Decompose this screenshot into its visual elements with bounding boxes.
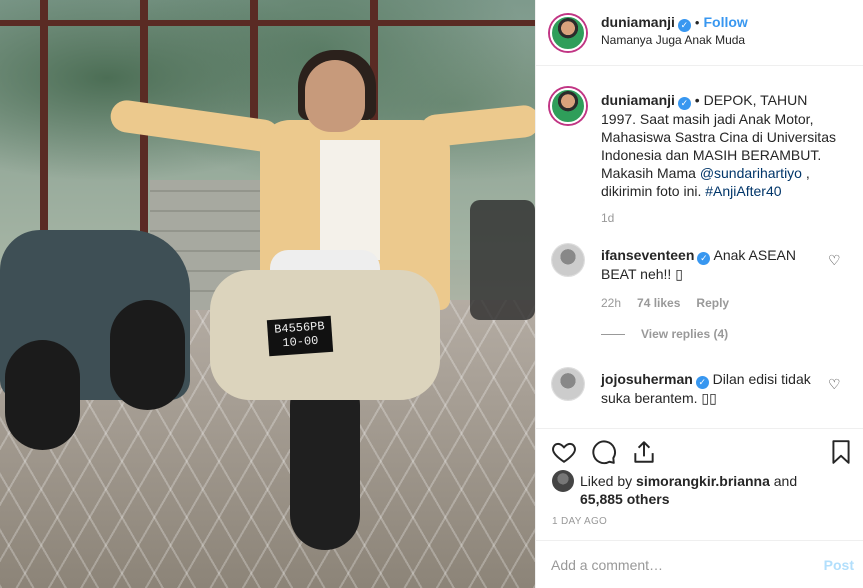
post-photo[interactable]: B4556PB 10-00 [0,0,535,588]
caption-mention-link[interactable]: @sundarihartiyo [700,165,802,181]
likes-middle: and [769,473,798,489]
caption-author-avatar[interactable] [550,88,586,124]
share-icon[interactable] [631,439,657,465]
photo-bike-right [470,200,535,320]
comment-like-heart-icon[interactable]: ♡ [828,252,841,269]
post-location[interactable]: Namanya Juga Anak Muda [601,33,745,47]
comment-like-heart-icon[interactable]: ♡ [828,376,841,393]
comment-time: 22h [601,296,622,310]
post-caption: duniamanji ✓ • DEPOK, TAHUN 1997. Saat ma… [601,91,841,200]
comment-reply-button[interactable]: Reply [696,296,729,310]
caption-timestamp: 1d [601,211,615,225]
caption-hashtag-link[interactable]: #AnjiAfter40 [705,183,781,199]
action-bar [536,428,863,474]
likes-count[interactable]: 65,885 others [580,491,670,507]
verified-icon: ✓ [677,97,691,110]
comment-meta: 22h 74 likes Reply [601,296,745,310]
commenter-avatar[interactable] [552,368,584,400]
post-side-panel: duniamanji ✓ • Follow Namanya Juga Anak Mud… [535,0,863,588]
comment-likes[interactable]: 74 likes [637,296,680,310]
follow-button[interactable]: Follow [703,14,747,30]
view-replies-label: View replies (4) [641,327,729,341]
author-username[interactable]: duniamanji [601,14,675,30]
photo-frame-beam [0,20,535,26]
add-comment-input[interactable] [551,555,791,575]
verified-icon: ✓ [695,376,709,389]
comment-item: jojosuherman ✓ Dilan edisi tidak suka ber… [601,370,826,407]
likes-prefix: Liked by [580,473,637,489]
heart-icon[interactable] [551,439,577,465]
photo-face [305,60,365,132]
view-replies-line [601,334,625,336]
comment-icon[interactable] [591,439,617,465]
commenter-avatar[interactable] [552,244,584,276]
add-comment-box: Post [536,540,863,588]
post-time-ago[interactable]: 1 DAY AGO [552,516,607,527]
view-replies-button[interactable]: View replies (4) [601,327,728,341]
comment-item: ifanseventeen ✓ Anak ASEAN BEAT neh!! ▯ [601,246,826,283]
liker-username[interactable]: simorangkir.brianna [636,473,770,489]
caption-username[interactable]: duniamanji [601,92,675,108]
photo-wheel [110,300,185,410]
post-header: duniamanji ✓ • Follow Namanya Juga Anak Mud… [536,0,863,66]
comments-section[interactable]: duniamanji ✓ • DEPOK, TAHUN 1997. Saat ma… [536,66,863,428]
verified-icon: ✓ [697,252,711,265]
commenter-username[interactable]: ifanseventeen [601,247,694,263]
photo-frame-post [40,0,48,250]
post-comment-button[interactable]: Post [824,557,854,573]
author-avatar[interactable] [550,15,586,51]
photo-frame-post [250,0,258,120]
liker-avatar[interactable] [552,470,574,492]
commenter-username[interactable]: jojosuherman [601,371,693,387]
bookmark-icon[interactable] [828,439,854,465]
separator-dot: • [694,15,700,30]
photo-shirt [320,140,380,260]
likes-text: Liked by simorangkir.brianna and 65,885 o… [580,472,830,508]
verified-icon: ✓ [677,19,691,32]
photo-wheel [5,340,80,450]
photo-license-plate: B4556PB 10-00 [266,315,334,357]
author-line: duniamanji ✓ • Follow [601,14,748,32]
